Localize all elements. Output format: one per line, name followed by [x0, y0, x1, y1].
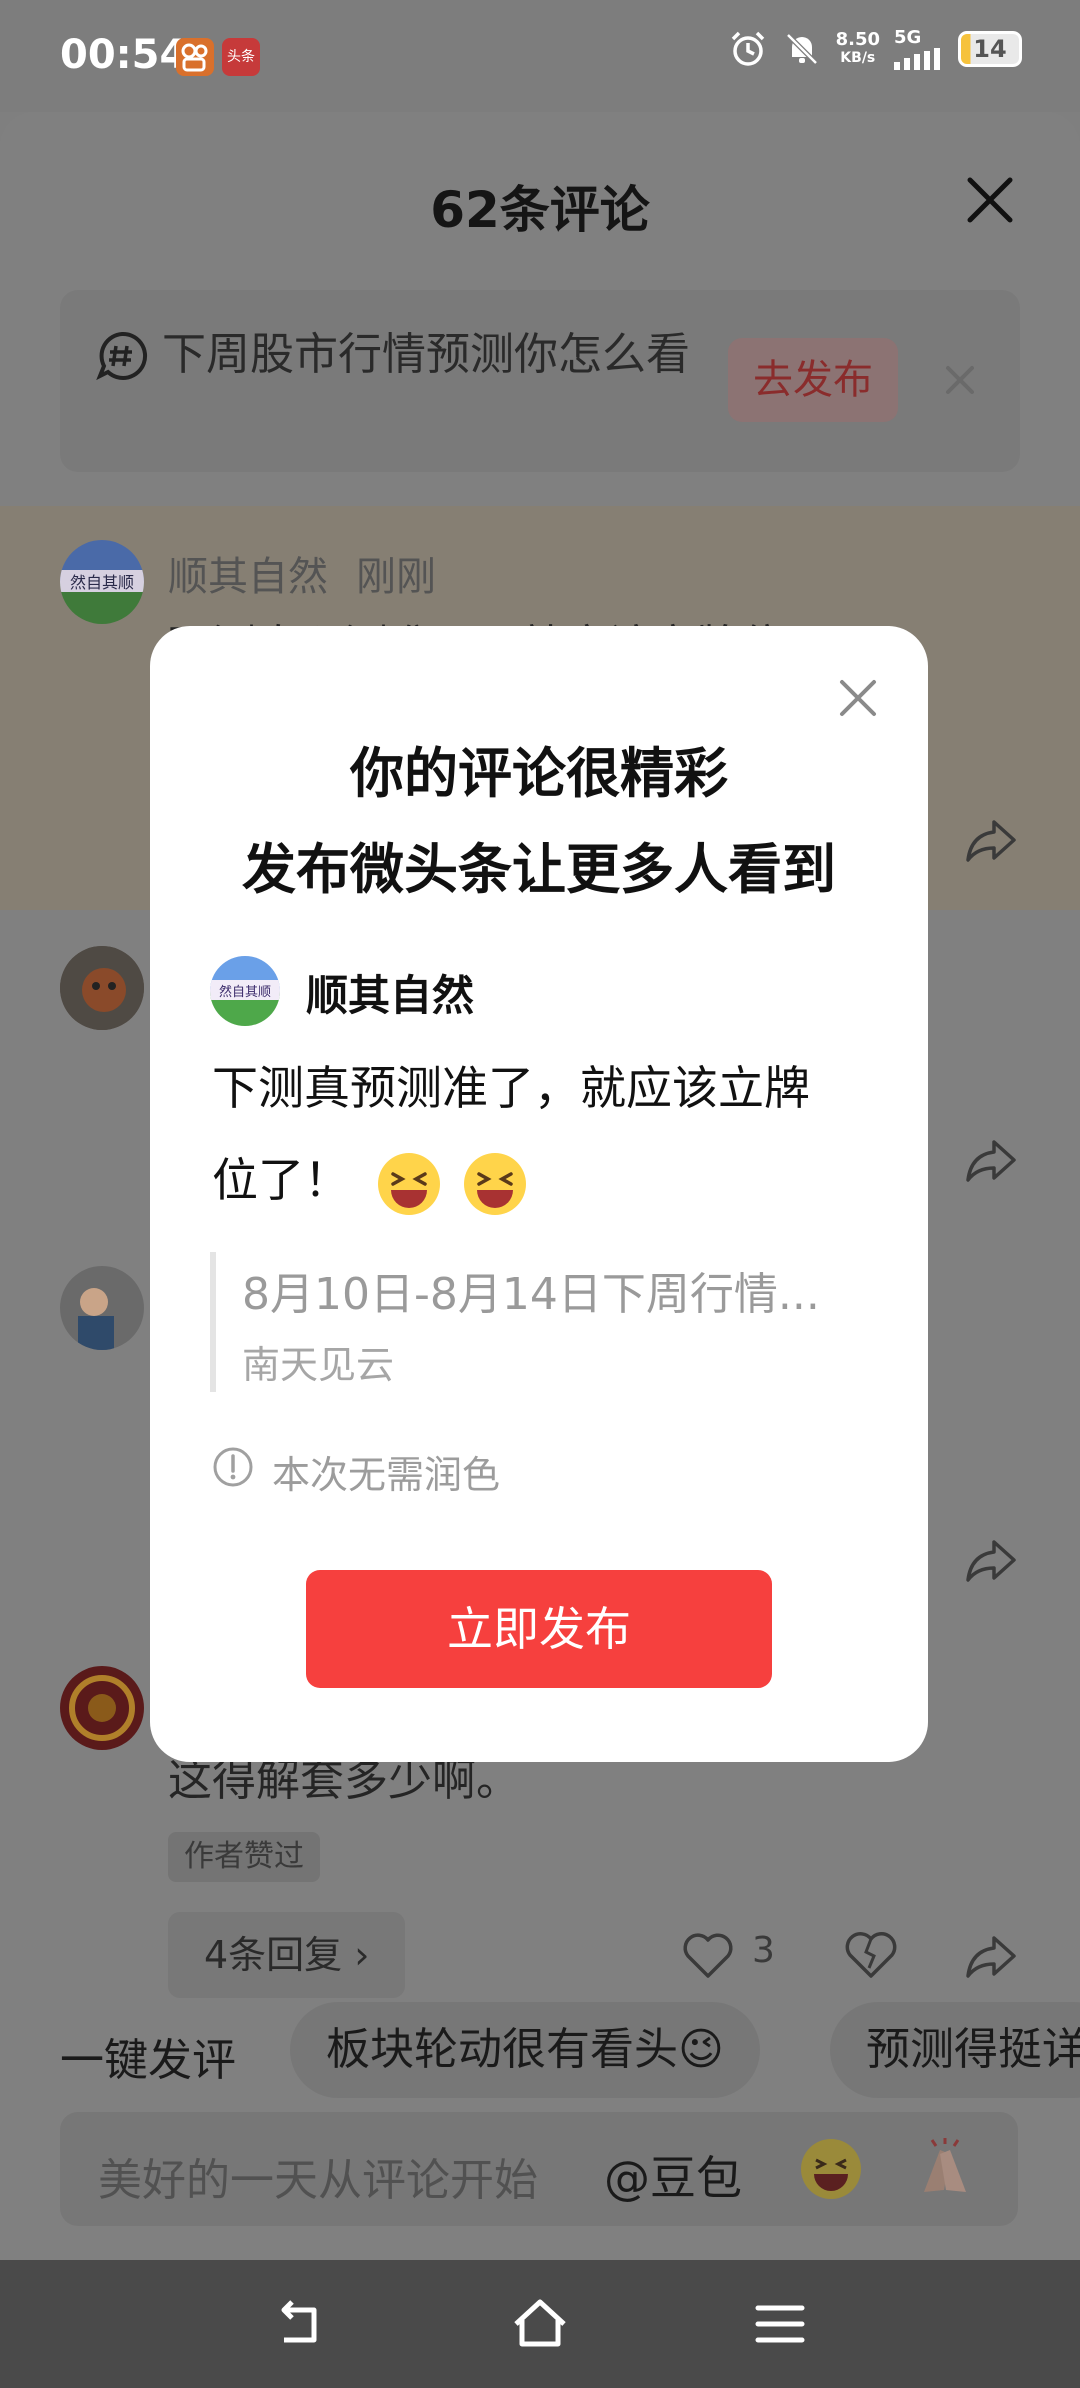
sheet-header: 62条评论	[0, 112, 1080, 282]
topic-card[interactable]: 下周股市行情预测你怎么看 去发布	[60, 290, 1020, 472]
battery-indicator: 14	[958, 31, 1022, 67]
status-bar: 00:54 头条 8.50 KB/s 5G 14	[0, 0, 1080, 112]
svg-text:然自其顺: 然自其顺	[219, 984, 271, 1000]
toutiao-icon: 头条	[222, 38, 260, 76]
avatar[interactable]	[60, 1666, 144, 1750]
screen: 00:54 头条 8.50 KB/s 5G 14 62条评论 下周股市行情预测你…	[0, 0, 1080, 2388]
user-name: 顺其自然	[306, 971, 475, 1020]
back-icon[interactable]	[270, 2294, 330, 2354]
mute-bell-icon	[785, 33, 818, 65]
comment-time: 刚刚	[356, 554, 436, 600]
avatar[interactable]	[60, 1266, 144, 1350]
close-icon[interactable]	[830, 670, 886, 726]
dialog-title: 你的评论很精彩 发布微头条让更多人看到	[242, 742, 836, 901]
go-publish-button[interactable]: 去发布	[728, 338, 898, 422]
alarm-icon	[731, 31, 764, 66]
comment-preview: 下测真预测准了，就应该立牌位了！	[212, 1042, 852, 1226]
laughing-emoji-icon[interactable]	[798, 2136, 864, 2202]
status-right: 8.50 KB/s 5G 14	[728, 28, 1022, 70]
avatar[interactable]: 然自其顺	[60, 540, 144, 624]
navigation-bar	[0, 2260, 1080, 2388]
comment-input-placeholder: 美好的一天从评论开始	[98, 2155, 538, 2206]
kuaishou-icon	[176, 38, 214, 76]
share-icon[interactable]	[964, 1132, 1020, 1188]
info-icon	[213, 1447, 253, 1487]
quick-reply-chip[interactable]: 板块轮动很有看头😉	[290, 2002, 760, 2098]
quick-reply-chip[interactable]: 预测得挺详	[830, 2002, 1080, 2098]
like-count: 3	[752, 1930, 775, 1971]
quoted-article: 8月10日-8月14日下周行情... 南天见云	[210, 1252, 870, 1392]
dismiss-icon[interactable]	[932, 352, 988, 408]
mention-doubao-button[interactable]: @豆包	[604, 2142, 742, 2208]
svg-text:然自其顺: 然自其顺	[70, 573, 134, 592]
comment-author[interactable]: 顺其自然	[168, 544, 328, 602]
quoted-article-author: 南天见云	[242, 1343, 395, 1387]
sheet-title: 62条评论	[430, 181, 650, 239]
notice-text: 本次无需润色	[272, 1453, 501, 1497]
topic-text: 下周股市行情预测你怎么看	[162, 329, 690, 380]
status-time: 00:54	[60, 32, 188, 78]
heart-icon[interactable]	[680, 1928, 736, 1984]
laughing-emoji-icon	[377, 1152, 440, 1215]
laughing-emoji-icon	[464, 1152, 527, 1215]
view-replies-button[interactable]: 4条回复 ›	[168, 1912, 406, 1998]
avatar: 然自其顺	[210, 956, 280, 1026]
publish-now-button[interactable]: 立即发布	[306, 1570, 772, 1688]
close-icon[interactable]	[950, 160, 1030, 240]
publish-dialog: 你的评论很精彩 发布微头条让更多人看到 然自其顺 顺其自然 下测真预测准了，就应…	[150, 626, 928, 1762]
menu-icon[interactable]	[750, 2294, 810, 2354]
comment-input[interactable]: 美好的一天从评论开始 @豆包	[60, 2112, 1018, 2226]
share-icon[interactable]	[964, 1928, 1020, 1984]
author-liked-tag: 作者赞过	[168, 1832, 320, 1882]
home-icon[interactable]	[510, 2294, 570, 2354]
share-icon[interactable]	[964, 812, 1020, 868]
clapping-hands-icon[interactable]	[910, 2136, 980, 2202]
avatar[interactable]	[60, 946, 144, 1030]
net-speed: 8.50 KB/s	[835, 29, 880, 66]
signal-bars-icon	[894, 48, 940, 70]
quoted-article-title: 8月10日-8月14日下周行情...	[242, 1269, 820, 1320]
signal: 5G	[894, 28, 944, 70]
broken-heart-icon[interactable]	[842, 1926, 900, 1984]
quick-reply-label: 一键发评	[60, 2035, 236, 2086]
toutiao-label: 头条	[227, 49, 255, 65]
share-icon[interactable]	[964, 1532, 1020, 1588]
